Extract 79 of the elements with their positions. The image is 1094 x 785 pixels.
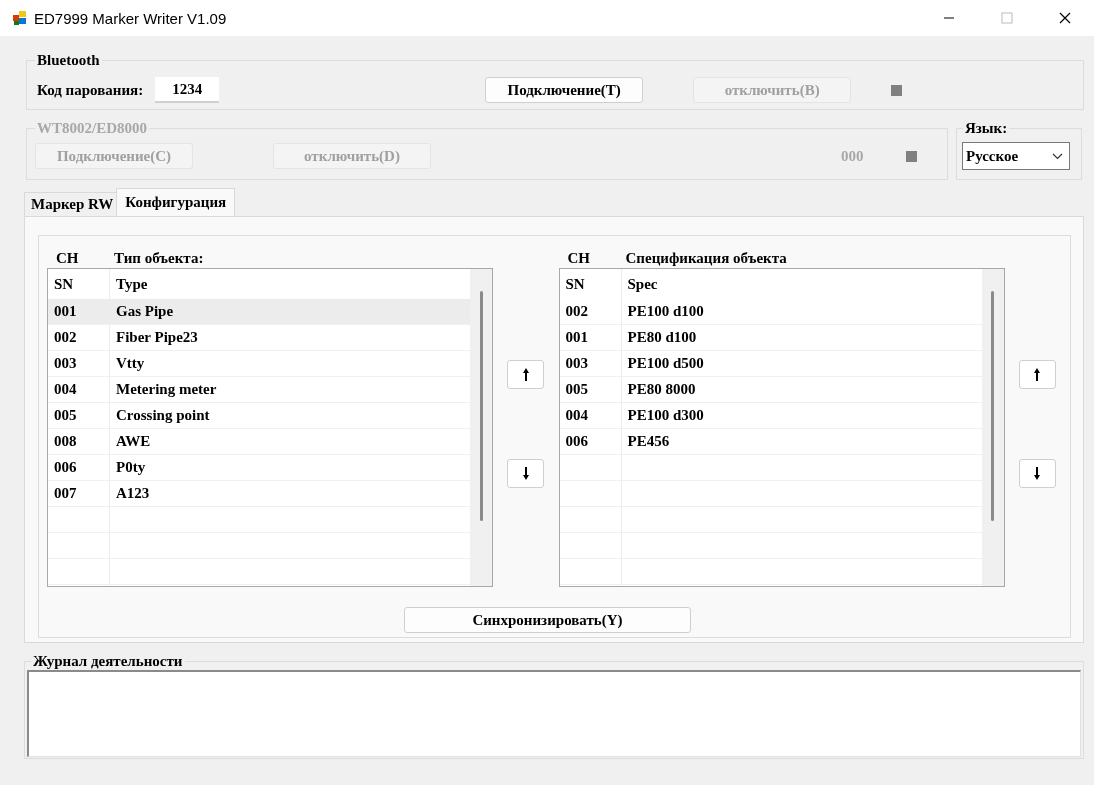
table-cell: 001 bbox=[48, 299, 110, 324]
table-cell-text: PE456 bbox=[626, 432, 671, 451]
table-cell: 003 bbox=[559, 351, 622, 376]
list-row[interactable]: 007 A123 bbox=[48, 481, 470, 507]
app-icon bbox=[12, 10, 28, 26]
list-row[interactable]: 008 AWE bbox=[48, 429, 470, 455]
table-cell-text: Vtty bbox=[115, 354, 146, 373]
move-up-button[interactable] bbox=[507, 360, 545, 389]
close-icon bbox=[1059, 12, 1071, 24]
chevron-down-icon bbox=[1052, 152, 1063, 160]
sync-button[interactable]: Синхронизировать(Y) bbox=[404, 607, 691, 633]
table-cell-text: Metering meter bbox=[115, 380, 218, 399]
group-title: Язык: bbox=[964, 120, 1009, 137]
list-row[interactable]: 004 PE100 d300 bbox=[559, 403, 982, 429]
group-title: Bluetooth bbox=[36, 52, 101, 69]
pairing-label: Код парования: bbox=[37, 81, 144, 99]
table-cell-text: Gas Pipe bbox=[115, 302, 175, 321]
language-dropdown[interactable]: Русское bbox=[962, 142, 1070, 170]
list-row[interactable]: 006 PE456 bbox=[559, 429, 982, 455]
list-row[interactable]: 003 Vtty bbox=[48, 351, 470, 377]
table-cell: 001 bbox=[559, 325, 622, 350]
column-header: SN bbox=[559, 269, 622, 299]
move-down-button[interactable] bbox=[507, 459, 545, 488]
list-row[interactable]: 006 P0ty bbox=[48, 455, 470, 481]
up-arrow-icon bbox=[1033, 367, 1042, 382]
list-row[interactable]: 004 Metering meter bbox=[48, 377, 470, 403]
log-area[interactable] bbox=[27, 670, 1081, 757]
table-cell: 008 bbox=[48, 429, 110, 454]
table-cell: 003 bbox=[48, 351, 110, 376]
table-cell-text: Crossing point bbox=[115, 406, 211, 425]
group-title: WT8002/ED8000 bbox=[36, 120, 148, 137]
table-cell: 006 bbox=[559, 429, 622, 454]
table-cell-text: PE100 d500 bbox=[626, 354, 705, 373]
scrollbar-thumb[interactable] bbox=[479, 291, 483, 521]
status-indicator bbox=[891, 84, 903, 96]
list-row[interactable]: 005 PE80 8000 bbox=[559, 377, 982, 403]
table-cell-text: Fiber Pipe23 bbox=[115, 328, 199, 347]
column-label: CH bbox=[55, 249, 80, 267]
scrollbar-thumb[interactable] bbox=[991, 291, 994, 521]
up-arrow-icon bbox=[521, 367, 530, 382]
column-header: Type bbox=[115, 274, 149, 294]
counter-text: 000 bbox=[841, 147, 864, 165]
list-row[interactable]: 005 Crossing point bbox=[48, 403, 470, 429]
status-indicator bbox=[905, 150, 917, 162]
table-cell: 005 bbox=[559, 377, 622, 402]
move-up-button[interactable] bbox=[1018, 360, 1056, 389]
list-row[interactable]: 002 PE100 d100 bbox=[559, 299, 982, 325]
list-title: Тип объекта: bbox=[114, 249, 204, 267]
table-cell-text: PE100 d300 bbox=[626, 406, 705, 425]
table-cell: 004 bbox=[559, 403, 622, 428]
list-row[interactable]: 001 PE80 d100 bbox=[559, 325, 982, 351]
list-row[interactable]: 002 Fiber Pipe23 bbox=[48, 325, 470, 351]
maximize-icon bbox=[1001, 12, 1013, 24]
list-row[interactable]: 001 Gas Pipe bbox=[48, 299, 470, 325]
list-title: Спецификация объекта bbox=[625, 249, 787, 267]
table-cell-text: PE80 d100 bbox=[626, 328, 698, 347]
window-title: ED7999 Marker Writer V1.09 bbox=[34, 9, 228, 27]
table-cell: 004 bbox=[48, 377, 110, 402]
tab[interactable]: Конфигурация bbox=[116, 188, 236, 216]
pairing-code-field[interactable]: 1234 bbox=[155, 77, 220, 103]
group-title: Журнал деятельности bbox=[32, 653, 184, 670]
down-arrow-icon bbox=[521, 466, 530, 481]
connect-button[interactable]: Подключение(T) bbox=[485, 77, 644, 103]
move-down-button[interactable] bbox=[1018, 459, 1056, 488]
table-cell-text: PE80 8000 bbox=[626, 380, 697, 399]
tab[interactable]: Маркер RW bbox=[24, 192, 119, 216]
table-cell-text: PE100 d100 bbox=[626, 302, 705, 321]
list-row[interactable]: 003 PE100 d500 bbox=[559, 351, 982, 377]
table-cell-text: P0ty bbox=[115, 458, 147, 477]
table-cell: 002 bbox=[48, 325, 110, 350]
column-header: Spec bbox=[626, 274, 659, 294]
table-cell-text: A123 bbox=[115, 484, 151, 503]
table-cell: 007 bbox=[48, 481, 110, 506]
down-arrow-icon bbox=[1033, 466, 1042, 481]
table-cell-text: AWE bbox=[115, 432, 152, 451]
table-cell: 002 bbox=[559, 299, 622, 324]
table-cell: 005 bbox=[48, 403, 110, 428]
column-label: CH bbox=[566, 249, 591, 267]
table-cell: 006 bbox=[48, 455, 110, 480]
